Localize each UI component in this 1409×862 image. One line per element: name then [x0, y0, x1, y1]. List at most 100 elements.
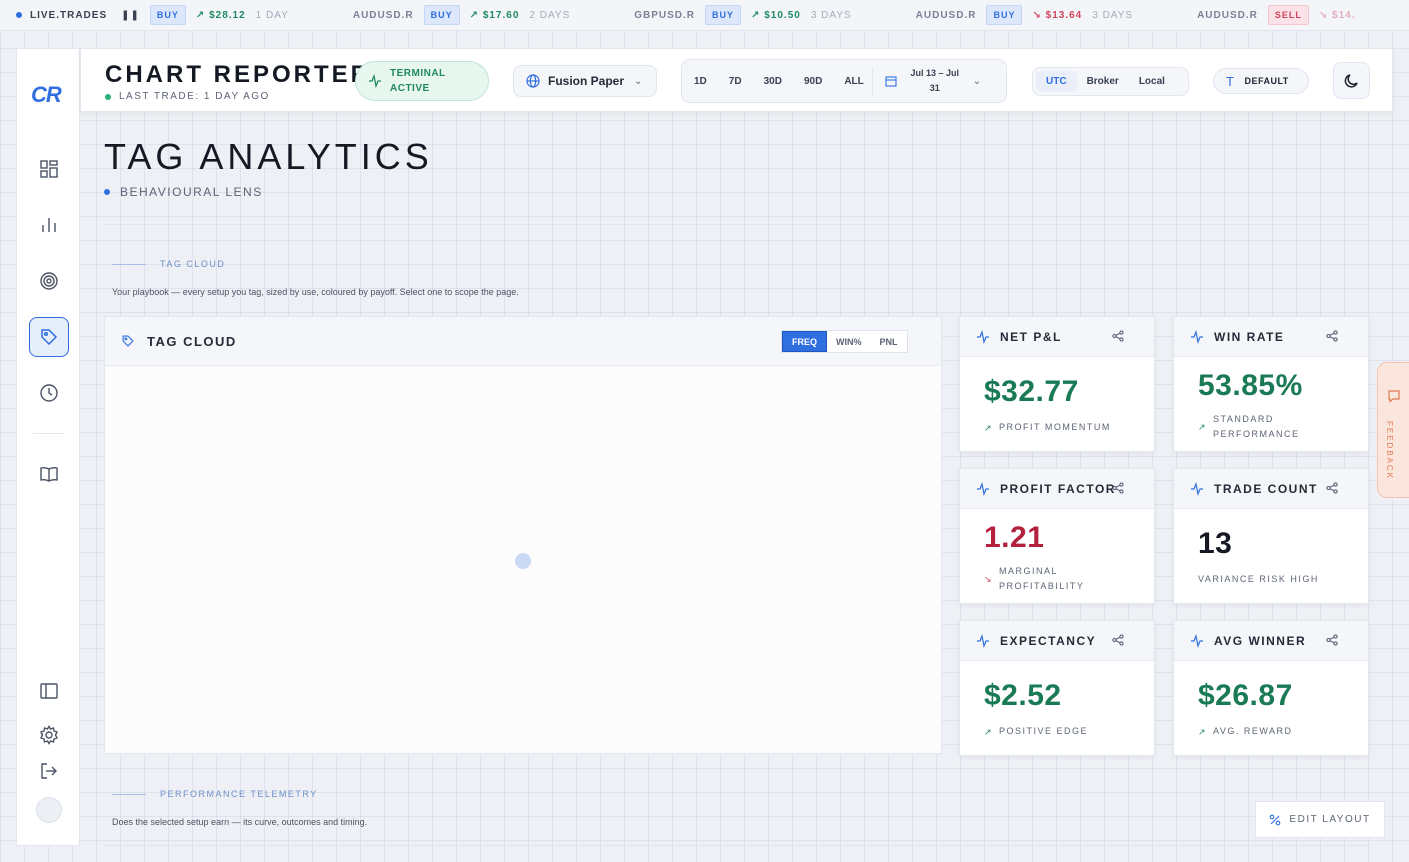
metric-card-expectancy: EXPECTANCY $2.52 ↗ POSITIVE EDGE: [959, 620, 1155, 756]
page-subtitle-text: BEHAVIOURAL LENS: [120, 185, 263, 199]
ticker-item: AUDUSD.R BUY ↘ $13.64 3 DAYS: [916, 5, 1133, 25]
tag-bubble[interactable]: [515, 553, 531, 569]
date-range-picker[interactable]: Jul 13 – Jul 31 ⌄: [871, 67, 981, 95]
tz-local[interactable]: Local: [1129, 71, 1175, 92]
globe-icon: [526, 74, 540, 88]
theme-toggle-button[interactable]: [1333, 62, 1370, 99]
card-caption: ↗ PROFIT MOMENTUM: [984, 420, 1111, 436]
tz-broker[interactable]: Broker: [1077, 71, 1129, 92]
trade-duration: 3 DAYS: [1092, 9, 1134, 21]
trade-amount-value: $14.: [1332, 9, 1356, 21]
section-label-telemetry: PERFORMANCE TELEMETRY: [112, 789, 318, 799]
chat-bubble-icon: [1388, 390, 1400, 403]
trade-amount-value: $17.60: [482, 9, 520, 21]
card-caption-text: MARGINAL PROFITABILITY: [999, 566, 1085, 591]
edit-layout-label: EDIT LAYOUT: [1289, 814, 1371, 825]
mode-win-rate[interactable]: WIN%: [827, 331, 871, 352]
avatar[interactable]: [36, 797, 62, 823]
settings-button[interactable]: [29, 715, 69, 755]
pause-icon[interactable]: ❚❚: [121, 10, 140, 21]
account-name: Fusion Paper: [548, 74, 625, 88]
brand-title: CHART REPORTER: [105, 61, 372, 88]
trade-duration: 2 DAYS: [529, 9, 571, 21]
trade-duration: 3 DAYS: [810, 9, 852, 21]
gear-icon: [40, 725, 58, 745]
card-value: 53.85%: [1198, 369, 1303, 402]
card-caption: VARIANCE RISK HIGH: [1198, 572, 1319, 587]
sidebar-item-dashboard[interactable]: [29, 149, 69, 189]
edit-layout-button[interactable]: EDIT LAYOUT: [1255, 801, 1385, 838]
metric-card-profit-factor: PROFIT FACTOR 1.21 ↘ MARGINAL PROFITABIL…: [959, 468, 1155, 604]
feedback-tab[interactable]: FEEDBACK: [1377, 362, 1409, 498]
tag-icon: [122, 335, 134, 347]
text-size-icon: T: [1226, 73, 1235, 89]
section-description: Your playbook — every setup you tag, siz…: [112, 287, 519, 297]
card-value: $26.87: [1198, 679, 1293, 712]
account-selector[interactable]: Fusion Paper ⌄: [513, 65, 657, 97]
mode-freq[interactable]: FREQ: [782, 331, 828, 352]
pulse-icon: [369, 74, 381, 88]
trade-amount: ↘ $14.: [1318, 9, 1356, 21]
sidebar-item-journal[interactable]: [29, 454, 69, 494]
range-all[interactable]: ALL: [844, 76, 863, 87]
section-label-text: TAG CLOUD: [160, 259, 226, 269]
edit-layout-icon: [1270, 814, 1281, 825]
target-icon: [40, 272, 58, 290]
logout-button[interactable]: [29, 751, 69, 791]
mode-pnl[interactable]: PNL: [871, 331, 907, 352]
sidebar-item-history[interactable]: [29, 373, 69, 413]
panel-toggle-button[interactable]: [29, 671, 69, 711]
trade-amount-value: $13.64: [1045, 9, 1083, 21]
range-90d[interactable]: 90D: [804, 76, 822, 87]
divider: [104, 224, 1370, 225]
terminal-status-badge[interactable]: TERMINAL ACTIVE: [355, 61, 489, 101]
card-caption-text: STANDARD PERFORMANCE: [1213, 414, 1300, 439]
sidebar-item-analytics[interactable]: [29, 205, 69, 245]
card-value: $2.52: [984, 679, 1062, 712]
range-1d[interactable]: 1D: [694, 76, 707, 87]
range-30d[interactable]: 30D: [764, 76, 782, 87]
date-range-text: Jul 13 – Jul 31: [910, 68, 960, 93]
trade-amount: ↘ $13.64: [1032, 9, 1083, 21]
card-title: WIN RATE: [1214, 329, 1285, 344]
share-icon[interactable]: [1326, 330, 1338, 342]
sidebar-item-tags[interactable]: [29, 317, 69, 357]
tag-cloud-mode-toggle: FREQ WIN% PNL: [781, 330, 908, 353]
card-title: NET P&L: [1000, 329, 1062, 344]
range-7d[interactable]: 7D: [729, 76, 742, 87]
pulse-icon: [977, 481, 989, 496]
ticker-title: LIVE.TRADES: [30, 9, 108, 21]
app-logo[interactable]: CR: [31, 82, 62, 108]
share-icon[interactable]: [1112, 634, 1124, 646]
card-caption: ↗ STANDARD PERFORMANCE: [1198, 412, 1323, 442]
share-icon[interactable]: [1326, 634, 1338, 646]
card-header: WIN RATE: [1174, 317, 1368, 357]
sidebar-divider: [33, 433, 65, 434]
trade-amount-value: $10.50: [764, 9, 801, 21]
page-title: TAG ANALYTICS: [104, 136, 433, 177]
card-title: TRADE COUNT: [1214, 481, 1318, 496]
tz-utc[interactable]: UTC: [1036, 71, 1077, 92]
trend-down-icon: ↘: [984, 574, 994, 584]
card-header: AVG WINNER: [1174, 621, 1368, 661]
trend-up-icon: ↗: [1198, 422, 1208, 432]
pulse-icon: [1191, 329, 1203, 344]
font-setting-button[interactable]: T DEFAULT: [1213, 68, 1309, 94]
share-icon[interactable]: [1112, 330, 1124, 342]
dashboard-icon: [40, 160, 58, 178]
feedback-label: FEEDBACK: [1385, 421, 1394, 481]
book-icon: [40, 466, 58, 482]
trade-symbol: AUDUSD.R: [915, 9, 977, 21]
card-caption: ↗ AVG. REWARD: [1198, 724, 1293, 740]
sidebar-item-goals[interactable]: [29, 261, 69, 301]
trend-up-icon: ↗: [984, 727, 994, 737]
terminal-status-text: TERMINAL ACTIVE: [390, 68, 446, 94]
card-title: PROFIT FACTOR: [1000, 481, 1116, 496]
divider: [104, 845, 1370, 846]
status-dot-icon: [105, 93, 111, 100]
share-icon[interactable]: [1112, 482, 1124, 494]
font-setting-label: DEFAULT: [1244, 76, 1289, 86]
share-icon[interactable]: [1326, 482, 1338, 494]
card-caption-text: AVG. REWARD: [1213, 726, 1293, 736]
ticker-item: BUY ↗ $28.12 1 DAY: [149, 5, 289, 25]
